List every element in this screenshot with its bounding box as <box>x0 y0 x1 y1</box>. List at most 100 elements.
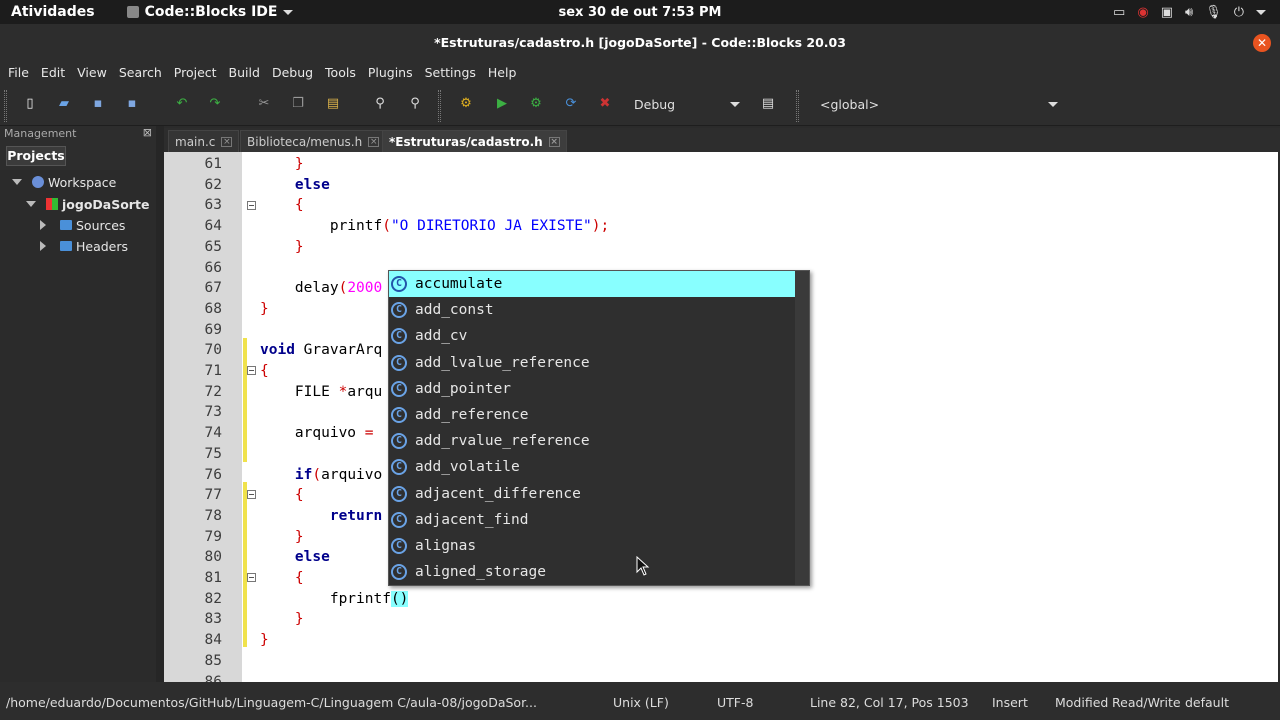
project-tree: Workspace jogoDaSorte Sources Headers <box>0 170 156 682</box>
abort-icon[interactable]: ✖ <box>597 96 613 112</box>
encoding: UTF-8 <box>717 695 754 710</box>
autocomplete-item[interactable]: Caccumulate <box>389 271 797 298</box>
panel-splitter[interactable] <box>156 126 164 682</box>
target-options-icon[interactable]: ▤ <box>760 96 776 112</box>
paste-icon[interactable]: ▤ <box>325 96 341 112</box>
close-icon[interactable]: ⊠ <box>143 126 152 139</box>
code-line: 64 printf("O DIRETORIO JA EXISTE"); <box>204 218 610 235</box>
menu-settings[interactable]: Settings <box>425 65 485 80</box>
undo-icon[interactable]: ↶ <box>174 96 190 112</box>
autocomplete-item[interactable]: Cadd_volatile <box>389 454 797 480</box>
autocomplete-item[interactable]: Cadd_cv <box>389 323 797 349</box>
save-icon[interactable]: ▪ <box>90 96 106 112</box>
mouse-cursor-icon <box>636 556 650 576</box>
volume-icon[interactable]: 🔊︎ <box>1185 5 1193 20</box>
open-file-icon[interactable]: ▰ <box>56 96 72 112</box>
build-and-run-icon[interactable]: ⚙ <box>528 96 544 112</box>
class-icon: C <box>391 302 407 319</box>
close-icon[interactable]: × <box>368 136 380 147</box>
tab-main-c[interactable]: main.c × <box>168 130 240 152</box>
recording-icon[interactable]: ◉ <box>1137 5 1148 20</box>
menu-tools[interactable]: Tools <box>325 65 365 80</box>
build-target-select[interactable]: Debug <box>626 93 748 115</box>
code-line: 86 <box>204 673 222 683</box>
modified-state: Modified <box>1055 695 1109 710</box>
autocomplete-item[interactable]: Cadjacent_difference <box>389 481 797 507</box>
management-header: Management <box>4 127 77 140</box>
rebuild-icon[interactable]: ⟳ <box>563 96 579 112</box>
menu-debug[interactable]: Debug <box>272 65 322 80</box>
scope-select[interactable]: <global> <box>812 93 1066 115</box>
autocomplete-item[interactable]: Cadd_pointer <box>389 376 797 402</box>
menu-plugins[interactable]: Plugins <box>368 65 422 80</box>
popup-scrollbar[interactable] <box>795 271 809 585</box>
redo-icon[interactable]: ↷ <box>207 96 223 112</box>
screen-icon[interactable]: ▣ <box>1161 5 1173 20</box>
expand-icon[interactable] <box>40 220 46 230</box>
autocomplete-item[interactable]: Cadd_rvalue_reference <box>389 428 797 454</box>
class-icon: C <box>391 485 407 502</box>
workspace-label: Workspace <box>48 174 117 190</box>
class-icon: C <box>391 433 407 450</box>
cut-icon[interactable]: ✂ <box>256 96 272 112</box>
tree-item-workspace[interactable]: Workspace <box>12 172 116 192</box>
autocomplete-item[interactable]: Cadjacent_find <box>389 507 797 533</box>
line-endings: Unix (LF) <box>613 695 669 710</box>
chevron-down-icon <box>1048 101 1058 107</box>
menu-help[interactable]: Help <box>488 65 526 80</box>
save-all-icon[interactable]: ▪ <box>124 96 140 112</box>
code-line: 85 <box>204 652 222 669</box>
tree-item-sources[interactable]: Sources <box>40 215 125 235</box>
activities-button[interactable]: Atividades <box>11 4 95 20</box>
project-label: jogoDaSorte <box>62 196 150 212</box>
chevron-down-icon[interactable] <box>1256 9 1266 15</box>
find-icon[interactable]: ⚲ <box>372 96 388 112</box>
close-icon[interactable]: ✕ <box>1253 34 1271 52</box>
menu-file[interactable]: File <box>8 65 38 80</box>
expand-icon[interactable] <box>12 179 22 185</box>
code-line: 82 fprintf() <box>204 590 409 607</box>
project-icon <box>46 198 58 210</box>
folder-icon <box>60 241 72 251</box>
new-file-icon[interactable]: ▯ <box>22 96 38 112</box>
expand-icon[interactable] <box>26 201 36 207</box>
autocomplete-item[interactable]: Cadd_reference <box>389 402 797 428</box>
build-gear-icon[interactable]: ⚙ <box>458 96 474 112</box>
autocomplete-item[interactable]: Calignas <box>389 533 797 559</box>
toolbar-grip[interactable] <box>4 90 7 122</box>
access-mode: Read/Write <box>1112 695 1181 710</box>
headers-label: Headers <box>76 238 129 254</box>
close-icon[interactable]: × <box>221 136 233 147</box>
menu-build[interactable]: Build <box>229 65 269 80</box>
code-line: 63 { <box>204 197 304 214</box>
menu-project[interactable]: Project <box>174 65 226 80</box>
microphone-icon[interactable]: 🎙︎ <box>1205 5 1222 20</box>
chevron-down-icon <box>283 9 294 15</box>
code-line: 61 } <box>204 156 304 172</box>
display-icon[interactable]: ▭ <box>1113 5 1125 20</box>
code-line: 65 } <box>204 238 304 255</box>
toolbar-grip[interactable] <box>438 90 441 122</box>
window-title: *Estruturas/cadastro.h [jogoDaSorte] - C… <box>434 34 846 50</box>
tab-projects[interactable]: Projects <box>6 146 66 166</box>
copy-icon[interactable]: ❐ <box>290 96 306 112</box>
replace-icon[interactable]: ⚲ <box>407 96 423 112</box>
tree-item-project[interactable]: jogoDaSorte <box>26 194 149 214</box>
run-icon[interactable]: ▶ <box>494 96 510 112</box>
workspace-icon <box>32 176 44 188</box>
autocomplete-item[interactable]: Cadd_lvalue_reference <box>389 350 797 376</box>
class-icon: C <box>391 328 407 345</box>
toolbar-grip[interactable] <box>796 90 799 122</box>
expand-icon[interactable] <box>40 241 46 251</box>
power-icon[interactable]: ⏻ <box>1234 5 1244 20</box>
autocomplete-item[interactable]: Cadd_const <box>389 297 797 323</box>
menu-view[interactable]: View <box>77 65 116 80</box>
tab-menus-h[interactable]: Biblioteca/menus.h × <box>240 130 387 152</box>
tab-cadastro-h[interactable]: *Estruturas/cadastro.h × <box>382 130 567 152</box>
tree-item-headers[interactable]: Headers <box>40 236 128 256</box>
menu-search[interactable]: Search <box>119 65 171 80</box>
app-menu[interactable]: Code::Blocks IDE <box>126 4 294 20</box>
close-icon[interactable]: × <box>548 136 560 147</box>
autocomplete-item[interactable]: Caligned_storage <box>389 559 797 585</box>
menu-edit[interactable]: Edit <box>41 65 74 80</box>
